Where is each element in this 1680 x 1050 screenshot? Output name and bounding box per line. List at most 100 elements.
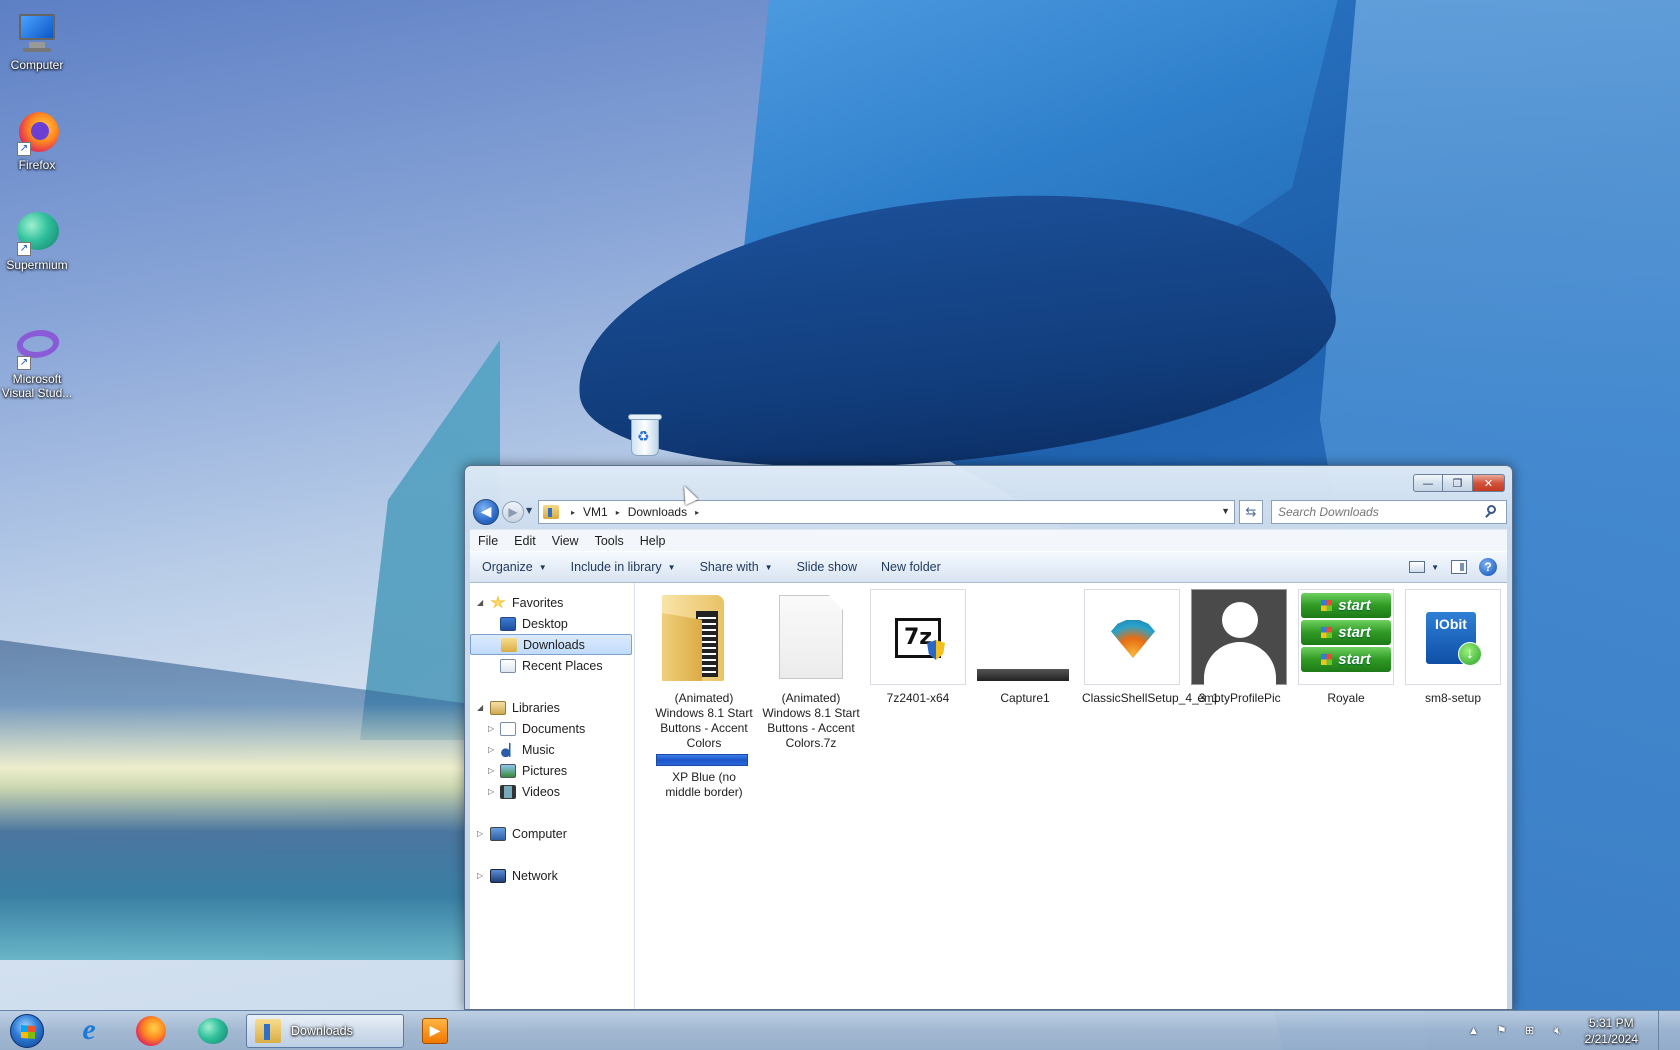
tree-label: Computer (512, 826, 567, 841)
file-item[interactable]: start start start Royale (1296, 589, 1396, 706)
chevron-down-icon[interactable]: ▼ (1431, 563, 1439, 572)
include-in-library-label: Include in library (570, 560, 662, 574)
recent-pages-button[interactable]: ▼ (526, 506, 532, 515)
tree-recent-places[interactable]: Recent Places (470, 655, 634, 676)
share-with-label: Share with (699, 560, 759, 574)
tree-label: Recent Places (522, 658, 603, 673)
tree-documents[interactable]: ▷ Documents (470, 718, 634, 739)
help-icon[interactable]: ? (1479, 558, 1497, 576)
expanded-arrow-icon[interactable]: ◢ (477, 703, 483, 712)
show-desktop-button[interactable] (1658, 1011, 1668, 1050)
firefox-icon: ↗ (13, 108, 61, 156)
tree-computer[interactable]: ▷ Computer (470, 823, 634, 844)
tree-videos[interactable]: ▷ Videos (470, 781, 634, 802)
breadcrumb-separator[interactable]: ▸ (695, 508, 699, 517)
clock[interactable]: 5:31 PM 2/21/2024 (1585, 1015, 1638, 1047)
windows-logo-icon (10, 1014, 44, 1048)
tree-music[interactable]: ▷ Music (470, 739, 634, 760)
desktop-icon-firefox[interactable]: ↗ Firefox (0, 108, 76, 172)
address-dropdown-icon[interactable]: ▼ (1221, 506, 1230, 516)
collapsed-arrow-icon[interactable]: ▷ (488, 787, 494, 796)
organize-button[interactable]: Organize ▼ (470, 560, 559, 574)
expanded-arrow-icon[interactable]: ◢ (477, 598, 483, 607)
forward-button[interactable]: ▶ (502, 501, 524, 523)
minimize-button[interactable]: — (1413, 474, 1443, 492)
favorites-star-icon (490, 595, 506, 609)
tree-libraries[interactable]: ◢ Libraries (470, 697, 634, 718)
show-hidden-icons-icon[interactable]: ▲ (1467, 1024, 1481, 1038)
tree-label: Desktop (522, 616, 568, 631)
menu-file[interactable]: File (470, 534, 506, 548)
clock-date: 2/21/2024 (1584, 1032, 1638, 1046)
collapsed-arrow-icon[interactable]: ▷ (488, 766, 494, 775)
navigation-bar: ◀ ▶ ▼ ▸ VM1 ▸ Downloads ▸ ▼ ⇆ (473, 499, 1507, 525)
share-with-button[interactable]: Share with ▼ (688, 560, 785, 574)
taskbar-supermium[interactable] (184, 1014, 242, 1048)
breadcrumb-vm1[interactable]: VM1 (583, 505, 608, 519)
breadcrumb-separator[interactable]: ▸ (571, 508, 575, 517)
collapsed-arrow-icon[interactable]: ▷ (477, 829, 483, 838)
file-item[interactable]: 7z 7z2401-x64 (868, 589, 968, 706)
back-button[interactable]: ◀ (473, 499, 499, 525)
breadcrumb-downloads[interactable]: Downloads (628, 505, 687, 519)
chevron-down-icon: ▼ (764, 562, 773, 572)
slide-show-button[interactable]: Slide show (785, 560, 869, 574)
music-icon (500, 742, 516, 757)
taskbar-media-player[interactable]: ▶ (406, 1014, 464, 1048)
address-bar[interactable]: ▸ VM1 ▸ Downloads ▸ ▼ (538, 500, 1235, 524)
network-icon[interactable]: ⊞ (1523, 1024, 1537, 1038)
tree-downloads[interactable]: Downloads (470, 634, 632, 655)
volume-muted-icon[interactable]: 🔇︎ (1551, 1024, 1565, 1038)
file-name: sm8-setup (1424, 691, 1482, 705)
taskbar: e Downloads ▶ ▲ ⚑ ⊞ 🔇︎ 5:31 PM 2/21/2024 (0, 1010, 1680, 1050)
tree-desktop[interactable]: Desktop (470, 613, 634, 634)
maximize-button[interactable]: ❐ (1443, 474, 1473, 492)
file-item[interactable]: XP Blue (no middle border) (654, 754, 754, 800)
tree-label: Favorites (512, 595, 564, 610)
file-name: ClassicShellSetup_4_3_1 (1082, 691, 1219, 705)
close-button[interactable]: ✕ (1473, 474, 1505, 492)
desktop-icon (500, 616, 516, 631)
downloads-folder-icon (543, 505, 559, 519)
file-item[interactable]: emptyProfilePic (1189, 589, 1289, 706)
menu-help[interactable]: Help (632, 534, 674, 548)
tree-pictures[interactable]: ▷ Pictures (470, 760, 634, 781)
recycle-bin-icon[interactable]: ♻ (627, 412, 663, 458)
breadcrumb-separator[interactable]: ▸ (616, 508, 620, 517)
file-item[interactable]: (Animated) Windows 8.1 Start Buttons - A… (654, 589, 754, 751)
tree-favorites[interactable]: ◢ Favorites (470, 592, 634, 613)
file-item[interactable]: (Animated) Windows 8.1 Start Buttons - A… (761, 589, 861, 751)
menu-tools[interactable]: Tools (587, 534, 632, 548)
menu-edit[interactable]: Edit (506, 534, 544, 548)
new-folder-button[interactable]: New folder (869, 560, 953, 574)
file-item[interactable]: IObit ↓ sm8-setup (1403, 589, 1503, 706)
collapsed-arrow-icon[interactable]: ▷ (488, 724, 494, 733)
desktop-icon-visual-studio[interactable]: ↗ Microsoft Visual Stud... (0, 322, 76, 400)
file-item[interactable]: ClassicShellSetup_4_3_1 (1082, 589, 1219, 706)
chevron-down-icon: ▼ (667, 562, 676, 572)
taskbar-internet-explorer[interactable]: e (60, 1014, 118, 1048)
collapsed-arrow-icon[interactable]: ▷ (488, 745, 494, 754)
file-item[interactable]: Capture1 (975, 589, 1075, 706)
iobit-installer-icon: IObit ↓ (1405, 589, 1501, 685)
file-list: (Animated) Windows 8.1 Start Buttons - A… (636, 583, 1507, 1009)
tree-label: Documents (522, 721, 586, 736)
menu-view[interactable]: View (544, 534, 587, 548)
tree-network[interactable]: ▷ Network (470, 865, 634, 886)
visual-studio-icon: ↗ (13, 322, 62, 370)
refresh-button[interactable]: ⇆ (1239, 500, 1263, 524)
collapsed-arrow-icon[interactable]: ▷ (477, 871, 483, 880)
start-button[interactable] (4, 1012, 50, 1050)
profile-picture-icon (1191, 589, 1287, 686)
taskbar-explorer-downloads[interactable]: Downloads (246, 1014, 404, 1048)
include-in-library-button[interactable]: Include in library ▼ (559, 560, 688, 574)
explorer-window: — ❐ ✕ ◀ ▶ ▼ ▸ VM1 ▸ Downloads ▸ ▼ ⇆ File… (464, 465, 1513, 1010)
action-center-flag-icon[interactable]: ⚑ (1495, 1024, 1509, 1038)
taskbar-firefox[interactable] (122, 1014, 180, 1048)
desktop-icon-supermium[interactable]: ↗ Supermium (0, 208, 76, 272)
search-input[interactable] (1271, 500, 1507, 524)
search-icon[interactable] (1483, 504, 1499, 520)
desktop-icon-computer[interactable]: Computer (0, 8, 76, 72)
preview-pane-icon[interactable] (1451, 560, 1467, 574)
change-view-icon[interactable] (1409, 561, 1426, 573)
